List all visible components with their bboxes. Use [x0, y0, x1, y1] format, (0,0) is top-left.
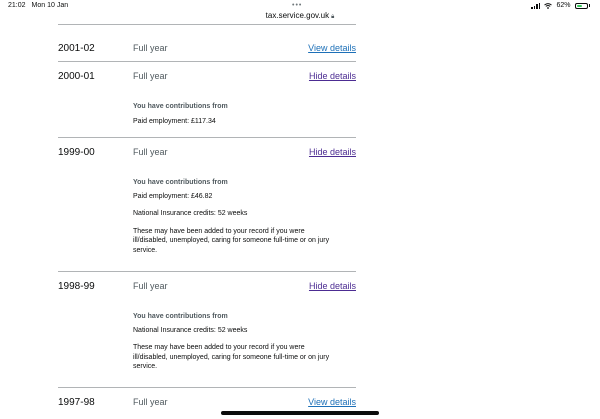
view-details-link[interactable]: View details — [308, 397, 356, 407]
contribution-line: National Insurance credits: 52 weeks — [133, 210, 248, 217]
tax-year: 2000-01 — [58, 71, 95, 82]
url-text: tax.service.gov.uk — [265, 11, 330, 20]
year-status: Full year — [133, 147, 168, 157]
wifi-icon — [544, 2, 553, 9]
tax-year: 1999-00 — [58, 147, 95, 158]
contributions-heading: You have contributions from — [133, 179, 228, 186]
home-indicator[interactable] — [221, 411, 379, 415]
divider — [58, 137, 356, 138]
contribution-line: Paid employment: £117.34 — [133, 117, 216, 125]
year-details-1998-99: You have contributions from National Ins… — [133, 312, 363, 372]
year-status: Full year — [133, 43, 168, 53]
date: Mon 10 Jan — [31, 2, 69, 9]
contributions-heading: You have contributions from — [133, 313, 228, 320]
multitasking-dots-icon[interactable]: ••• — [292, 2, 302, 9]
address-bar[interactable]: tax.service.gov.uk 🔒︎ — [0, 11, 600, 21]
battery-icon — [574, 2, 590, 9]
battery-percent: 62% — [556, 2, 571, 9]
note-line: service. — [133, 246, 158, 254]
hide-details-link[interactable]: Hide details — [309, 281, 356, 291]
year-status: Full year — [133, 397, 168, 407]
year-details-1999-00: You have contributions from Paid employm… — [133, 178, 363, 255]
contribution-line: National Insurance credits: 52 weeks — [133, 326, 248, 334]
year-status: Full year — [133, 71, 168, 81]
status-time: 21:02 Mon 10 Jan — [8, 2, 68, 9]
contribution-line: Paid employment: £46.82 — [133, 192, 213, 200]
tax-year: 2001-02 — [58, 43, 95, 54]
year-status: Full year — [133, 281, 168, 291]
lock-icon: 🔒︎ — [331, 14, 335, 20]
hide-details-link[interactable]: Hide details — [309, 71, 356, 81]
signal-icon — [531, 2, 541, 9]
tax-year: 1998-99 — [58, 281, 95, 292]
clock: 21:02 — [8, 2, 26, 9]
note-line: service. — [133, 363, 158, 370]
note-line: ill/disabled, unemployed, caring for som… — [133, 237, 330, 244]
divider — [58, 387, 356, 388]
view-details-link[interactable]: View details — [308, 43, 356, 53]
tax-year: 1997-98 — [58, 397, 95, 408]
year-details-2000-01: You have contributions from Paid employm… — [133, 102, 363, 126]
divider — [58, 271, 356, 272]
status-bar: 21:02 Mon 10 Jan ••• tax.service.gov.uk 🔒︎… — [0, 0, 600, 24]
note-line: These may have been added to your record… — [133, 227, 305, 235]
status-indicators: 62% — [531, 2, 590, 9]
divider — [58, 61, 356, 62]
note-line: ill/disabled, unemployed, caring for som… — [133, 353, 330, 361]
note-line: These may have been added to your record… — [133, 344, 305, 351]
divider — [58, 24, 356, 25]
hide-details-link[interactable]: Hide details — [309, 147, 356, 157]
contributions-heading: You have contributions from — [133, 103, 228, 110]
battery-fill — [576, 4, 583, 7]
